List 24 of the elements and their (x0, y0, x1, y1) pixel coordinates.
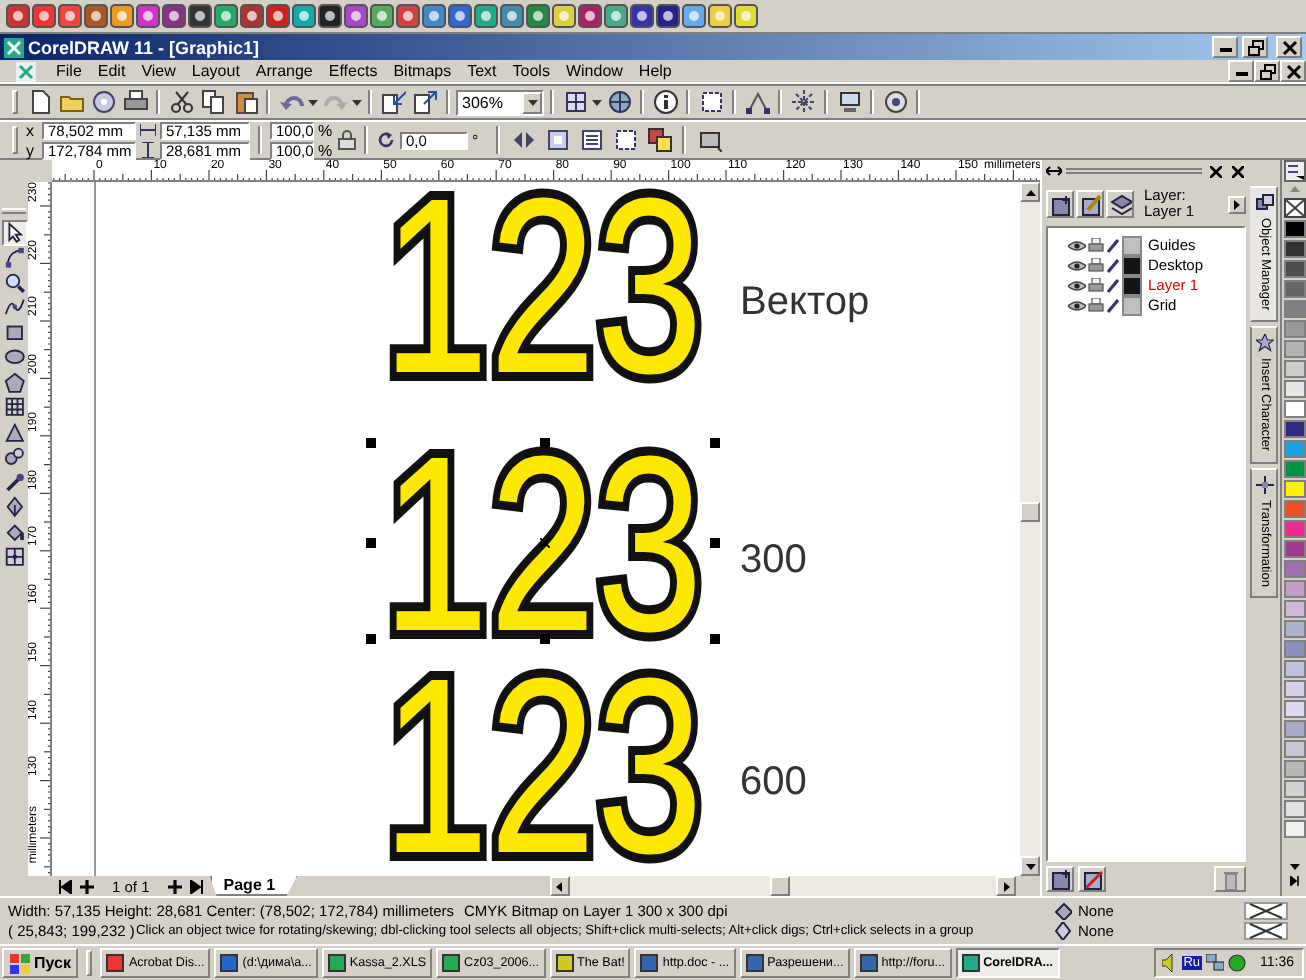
start-button[interactable]: Пуск (2, 948, 79, 978)
menu-item[interactable]: Arrange (247, 60, 321, 82)
menu-item[interactable]: View (133, 60, 184, 82)
menu-item[interactable]: File (48, 60, 90, 82)
zoom-value: 306% (462, 93, 503, 111)
menu-item[interactable]: Window (557, 60, 631, 82)
unit-label: % (318, 141, 334, 159)
menu-item[interactable]: Edit (89, 60, 134, 82)
window-title: CorelDRAW 11 - [Graphic1] (28, 37, 262, 57)
menu-item[interactable]: Text (459, 60, 505, 82)
axis-label: x (26, 121, 36, 139)
unit-label: ° (472, 131, 481, 149)
menu-item[interactable]: Tools (504, 60, 558, 82)
axis-label: y (26, 141, 36, 159)
page-tab[interactable]: Page 1 (209, 876, 298, 896)
object-caption: 300 (740, 540, 807, 580)
menu-item[interactable]: Help (630, 60, 680, 82)
unit-label: % (318, 121, 334, 139)
menu-item[interactable]: Effects (320, 60, 386, 82)
zoom-field[interactable]: 306% (456, 89, 544, 115)
menu-item[interactable]: Layout (183, 60, 248, 82)
object-caption: Вектор (740, 282, 870, 322)
menu-item[interactable]: Bitmaps (385, 60, 460, 82)
object-caption: 600 (740, 762, 807, 802)
